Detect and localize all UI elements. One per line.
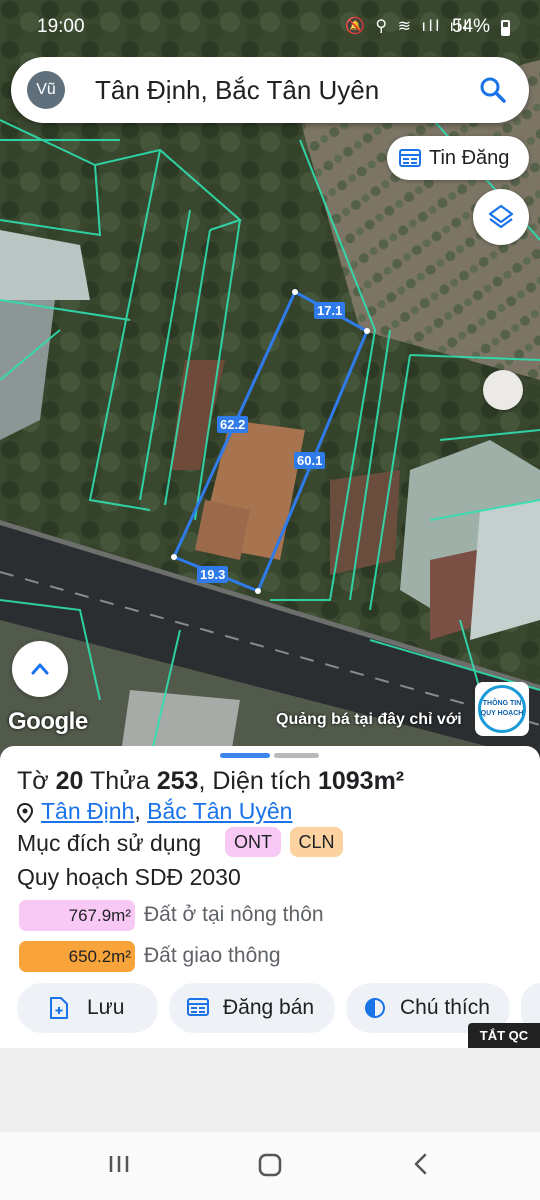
system-nav-bar: [0, 1132, 540, 1200]
listing-icon: [187, 998, 209, 1016]
post-sale-button[interactable]: Đăng bán: [169, 983, 335, 1033]
sheet-number: 20: [55, 767, 84, 795]
plan-area-badge: 650.2m²: [19, 941, 135, 972]
location-marker-button[interactable]: [483, 370, 523, 410]
add-file-icon: [50, 997, 68, 1019]
tin-dang-label: Tin Đăng: [429, 147, 510, 169]
parcel-info-sheet: Tờ 20 Thửa 253, Diện tích 1093m² Tân Địn…: [0, 746, 540, 1048]
plan-label: Quy hoạch SDĐ 2030: [17, 864, 241, 890]
location-pin-icon: [17, 802, 33, 823]
post-sale-label: Đăng bán: [223, 996, 315, 1019]
parcel-number: 253: [156, 767, 199, 795]
area-value: 1093m²: [317, 767, 405, 795]
dimension-right: 60.1: [294, 452, 326, 469]
avatar[interactable]: Vũ: [27, 71, 65, 109]
ad-space: [0, 1048, 540, 1132]
back-icon[interactable]: [410, 1152, 432, 1176]
expand-up-button[interactable]: [12, 641, 68, 697]
parcel-title: Tờ 20 Thửa 253, Diện tích 1093m²: [17, 767, 404, 796]
purpose-tag-ont: ONT: [225, 827, 281, 857]
search-bar[interactable]: Vũ Tân Định, Bắc Tân Uyên: [11, 57, 529, 123]
chevron-up-icon: [31, 663, 49, 675]
sheet-prefix: Tờ: [17, 767, 49, 795]
purpose-label: Mục đích sử dụng: [17, 830, 202, 856]
parcel-prefix: Thửa: [89, 767, 150, 795]
plan-area-badge: 767.9m²: [19, 900, 135, 931]
legend-label: Chú thích: [400, 996, 490, 1019]
district-link[interactable]: Bắc Tân Uyên: [147, 798, 292, 824]
dimension-bottom: 19.3: [197, 566, 229, 583]
purpose-tag-cln: CLN: [290, 827, 343, 857]
plan-area-desc: Đất giao thông: [144, 944, 281, 967]
search-input[interactable]: Tân Định, Bắc Tân Uyên: [95, 75, 379, 106]
logo-ring: [478, 685, 526, 733]
logo-text-2: QUY HOẠCH: [480, 710, 524, 717]
satellite-map[interactable]: 17.1 62.2 60.1 19.3 19:00 🔕 ⚲ ≋ ıll ıll …: [0, 0, 540, 760]
status-time: 19:00: [37, 16, 85, 37]
sheet-handle[interactable]: [274, 753, 319, 758]
plan-area-desc: Đất ở tại nông thôn: [144, 903, 324, 926]
save-button[interactable]: Lưu: [17, 983, 158, 1033]
home-icon[interactable]: [257, 1152, 283, 1178]
dimension-left: 62.2: [217, 416, 249, 433]
listing-icon: [399, 149, 421, 167]
save-label: Lưu: [87, 996, 125, 1019]
parcel-location: Tân Định, Bắc Tân Uyên: [17, 798, 292, 825]
app-screen: 17.1 62.2 60.1 19.3 19:00 🔕 ⚲ ≋ ıll ıll …: [0, 0, 540, 1200]
quy-hoach-logo[interactable]: THÔNG TIN QUY HOẠCH: [475, 682, 529, 736]
contrast-icon: [365, 998, 385, 1018]
google-logo: Google: [8, 708, 88, 735]
ad-text[interactable]: Quảng bá tại đây chỉ với: [276, 711, 474, 729]
layers-button[interactable]: [473, 189, 529, 245]
sheet-handle-active[interactable]: [220, 753, 270, 758]
dimension-top: 17.1: [314, 302, 346, 319]
area-prefix: , Diện tích: [198, 767, 311, 795]
battery-icon: [501, 20, 510, 36]
layers-icon: [488, 204, 514, 229]
search-icon[interactable]: [479, 76, 507, 104]
ward-link[interactable]: Tân Định: [41, 798, 134, 824]
recent-apps-icon[interactable]: [107, 1152, 131, 1176]
logo-text-1: THÔNG TIN: [482, 700, 522, 707]
status-bar: 19:00 🔕 ⚲ ≋ ıll ıll 54%: [0, 0, 540, 54]
tin-dang-button[interactable]: Tin Đăng: [387, 136, 529, 180]
battery-percent: 54%: [451, 16, 490, 37]
turn-off-ads-button[interactable]: TẮT QC: [468, 1023, 540, 1049]
